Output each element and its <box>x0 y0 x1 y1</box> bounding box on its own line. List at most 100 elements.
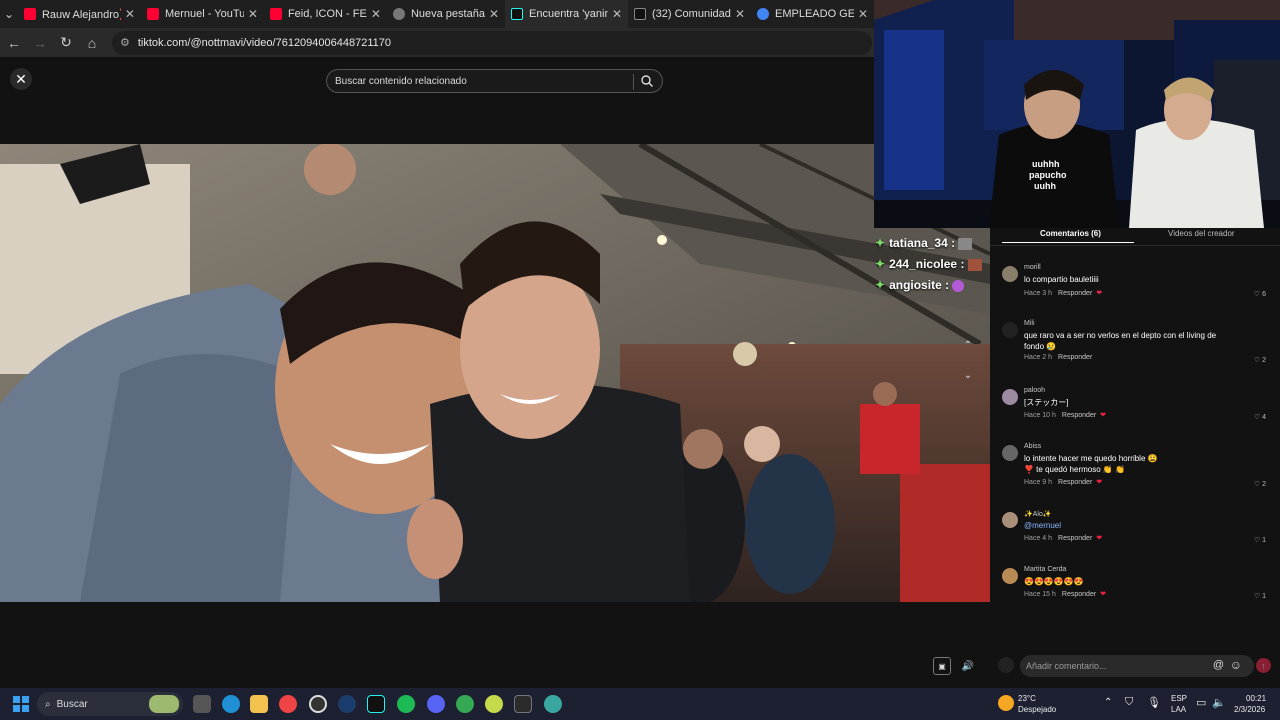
emoji-icon[interactable]: ☺ <box>1230 658 1242 672</box>
tab-comments[interactable]: Comentarios (6) <box>1040 229 1101 238</box>
file-explorer-icon[interactable] <box>250 695 268 713</box>
show-hidden-icons-chevron-icon[interactable]: ⌃ <box>1104 697 1112 708</box>
tab-creator-videos[interactable]: Videos del creador <box>1168 229 1235 238</box>
comment-username[interactable]: Abiss <box>1024 443 1041 450</box>
tiktok-icon[interactable] <box>367 695 385 713</box>
edge-icon[interactable] <box>222 695 240 713</box>
chrome-icon[interactable] <box>279 695 297 713</box>
language-top[interactable]: ESP <box>1171 694 1187 703</box>
close-tab-icon[interactable]: ✕ <box>489 7 499 21</box>
close-tab-icon[interactable]: ✕ <box>371 7 381 21</box>
avatar[interactable] <box>1002 389 1018 405</box>
avatar[interactable] <box>1002 266 1018 282</box>
site-info-icon[interactable]: ⚙ <box>120 36 130 49</box>
miniplayer-icon[interactable]: ▣ <box>933 657 951 675</box>
mention-icon[interactable]: @ <box>1213 659 1224 671</box>
like-count[interactable]: ♡ 6 <box>1254 290 1266 298</box>
star-badge-icon: ✦ <box>875 278 886 292</box>
language-bottom[interactable]: LAA <box>1171 705 1186 714</box>
reload-icon[interactable]: ↻ <box>54 31 78 55</box>
reply-button[interactable]: Responder <box>1058 354 1092 361</box>
weather-temp: 23°C <box>1018 694 1036 703</box>
address-bar[interactable]: ⚙ tiktok.com/@nottmavi/video/76120940064… <box>112 30 872 55</box>
comment-item: ✨Alo✨ @mernuel Hace 4 h Responder ❤ ♡ 1 <box>1002 510 1274 550</box>
home-icon[interactable]: ⌂ <box>80 31 104 55</box>
chat-message: ✦ tatiana_34 : <box>875 236 973 250</box>
tab-title: (32) Comunidad MEM <box>652 8 731 20</box>
close-tab-icon[interactable]: ✕ <box>858 7 868 21</box>
browser-tab[interactable]: Feid, ICON - FERXXO ✕ <box>264 0 387 28</box>
comments-panel: Comentarios (6) Videos del creador moril… <box>990 228 1280 688</box>
reply-button[interactable]: Responder <box>1058 535 1092 542</box>
windows-start-icon[interactable] <box>13 696 29 712</box>
microphone-icon[interactable]: 🎙 <box>1147 696 1161 709</box>
taskbar-search[interactable]: ⌕ Buscar <box>37 692 183 716</box>
volume-icon[interactable]: 🔈 <box>1212 696 1226 709</box>
taskbar-search-label: Buscar <box>56 698 88 710</box>
add-comment-input[interactable]: Añadir comentario... @ ☺ <box>1020 655 1254 677</box>
comment-mention[interactable]: @mernuel <box>1024 520 1224 531</box>
close-tab-icon[interactable]: ✕ <box>248 7 258 21</box>
related-search-input[interactable]: Buscar contenido relacionado <box>326 69 663 93</box>
reply-button[interactable]: Responder <box>1058 290 1092 297</box>
clock-date[interactable]: 2/3/2026 <box>1234 705 1265 714</box>
task-view-icon[interactable] <box>193 695 211 713</box>
weather-desc: Despejado <box>1018 705 1057 714</box>
previous-video-chevron-up-icon[interactable]: ⌃ <box>959 336 977 354</box>
reply-button[interactable]: Responder <box>1062 412 1096 419</box>
weather-icon[interactable] <box>998 695 1014 711</box>
browser-tab-active[interactable]: Encuentra 'yanina ba ✕ <box>505 0 628 28</box>
browser-tab[interactable]: EMPLEADO GERENTE ✕ <box>751 0 874 28</box>
browser-tab[interactable]: Rauw Alejandro❌Cu ✕ <box>18 0 141 28</box>
comment-item: Mili que raro va a ser no verlos en el d… <box>1002 320 1274 370</box>
comment-username[interactable]: palooh <box>1024 387 1045 394</box>
chrome-profile-icon[interactable] <box>456 695 474 713</box>
avatar[interactable] <box>1002 445 1018 461</box>
close-tab-icon[interactable]: ✕ <box>125 7 135 21</box>
comment-time: Hace 9 h <box>1024 479 1053 486</box>
like-count[interactable]: ♡ 2 <box>1254 356 1266 364</box>
comment-meta: Hace 2 h Responder <box>1024 354 1092 361</box>
like-count[interactable]: ♡ 2 <box>1254 480 1266 488</box>
avatar[interactable] <box>1002 568 1018 584</box>
post-comment-button[interactable]: ↑ <box>1256 658 1271 673</box>
video-player[interactable] <box>0 144 990 602</box>
spotify-icon[interactable] <box>397 695 415 713</box>
steam-icon[interactable] <box>338 695 356 713</box>
avatar[interactable] <box>1002 322 1018 338</box>
close-tab-icon[interactable]: ✕ <box>612 7 622 21</box>
creator-liked-icon: ❤ <box>1096 535 1103 542</box>
search-icon[interactable] <box>640 74 654 88</box>
browser-tab[interactable]: (32) Comunidad MEM ✕ <box>628 0 751 28</box>
svg-text:uuhh: uuhh <box>1034 181 1056 191</box>
like-count[interactable]: ♡ 1 <box>1254 592 1266 600</box>
back-arrow-icon[interactable]: ← <box>2 31 26 55</box>
discord-icon[interactable] <box>427 695 445 713</box>
network-icon[interactable]: ▭ <box>1196 696 1206 709</box>
terminal-icon[interactable] <box>514 695 532 713</box>
volume-icon[interactable]: 🔊 <box>959 657 977 675</box>
avatar[interactable] <box>1002 512 1018 528</box>
comment-username[interactable]: ✨Alo✨ <box>1024 510 1052 518</box>
like-count[interactable]: ♡ 1 <box>1254 536 1266 544</box>
browser-tab[interactable]: Mernuel - YouTube ✕ <box>141 0 264 28</box>
comment-username[interactable]: morill <box>1024 264 1041 271</box>
app-icon[interactable] <box>485 695 503 713</box>
comment-username[interactable]: Martita Cerda <box>1024 566 1066 573</box>
browser-tab[interactable]: Nueva pestaña ✕ <box>387 0 505 28</box>
globe-app-icon[interactable] <box>544 695 562 713</box>
forward-arrow-icon[interactable]: → <box>28 31 52 55</box>
security-icon[interactable]: ⛉ <box>1125 696 1133 709</box>
comment-username[interactable]: Mili <box>1024 320 1035 327</box>
reply-button[interactable]: Responder <box>1062 591 1096 598</box>
comment-meta: Hace 3 h Responder ❤ <box>1024 289 1102 297</box>
next-video-chevron-down-icon[interactable]: ⌄ <box>959 366 977 384</box>
obs-icon[interactable] <box>309 695 327 713</box>
tab-title: Mernuel - YouTube <box>164 8 244 20</box>
close-video-button[interactable]: ✕ <box>10 68 32 90</box>
clock-time[interactable]: 00:21 <box>1246 694 1266 703</box>
close-tab-icon[interactable]: ✕ <box>735 7 745 21</box>
reply-button[interactable]: Responder <box>1058 479 1092 486</box>
tab-search-chevron-icon[interactable]: ⌄ <box>0 0 18 28</box>
like-count[interactable]: ♡ 4 <box>1254 413 1266 421</box>
